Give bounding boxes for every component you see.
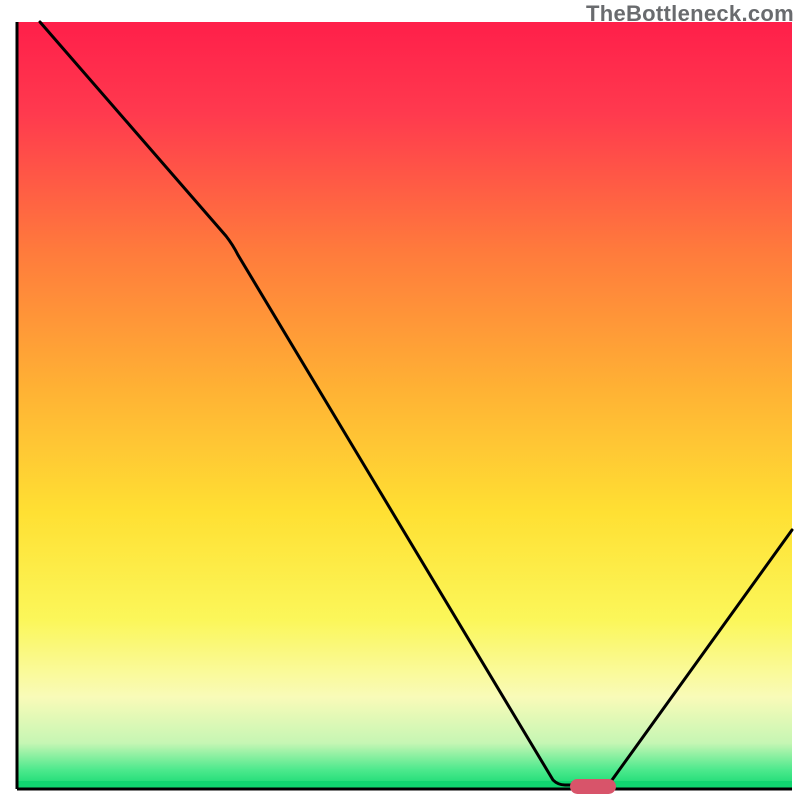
- chart-svg: [0, 0, 800, 800]
- watermark-text: TheBottleneck.com: [586, 1, 794, 27]
- plot-background: [17, 22, 792, 789]
- optimal-marker: [570, 779, 616, 794]
- chart-stage: TheBottleneck.com: [0, 0, 800, 800]
